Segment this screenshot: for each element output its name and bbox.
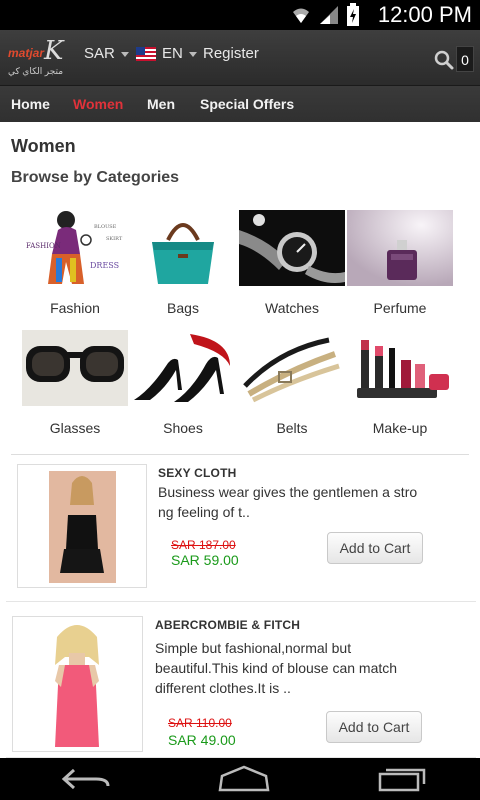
new-price: SAR 59.00 [171,552,239,568]
divider [11,454,469,455]
logo-word: matjar [8,46,45,60]
search-icon[interactable] [434,50,454,70]
recent-apps-icon[interactable] [376,764,428,794]
category-label: Fashion [50,300,100,316]
category-label: Perfume [373,300,427,316]
cart-count-badge[interactable]: 0 [456,46,474,72]
product-description-line: different clothes.It is .. [155,680,291,696]
product-description-line: Business wear gives the gentlemen a stro [158,484,418,500]
store-logo[interactable]: matjar K متجر الكاي كي [8,36,72,78]
nav-special-offers[interactable]: Special Offers [200,94,294,114]
watch-image [239,210,345,286]
product-name[interactable]: ABERCROMBIE & FITCH [155,618,300,632]
category-label: Shoes [163,420,203,436]
category-bags[interactable]: Bags [130,210,238,322]
nav-women[interactable]: Women [73,94,123,114]
us-flag-icon [136,47,156,61]
chevron-down-icon [120,51,129,57]
category-belts[interactable]: Belts [239,330,347,442]
heels-image [130,330,236,406]
old-price: SAR 110.00 [168,716,232,730]
status-icons [290,3,360,27]
category-perfume[interactable]: Perfume [347,210,455,322]
battery-charging-icon [347,3,359,26]
product-name[interactable]: SEXY CLOTH [158,466,236,480]
product-image[interactable] [17,464,147,588]
new-price: SAR 49.00 [168,732,236,748]
category-label: Make-up [372,420,428,436]
sunglasses-image [22,330,128,406]
product-description-line: Simple but fashional,normal but [155,640,352,656]
category-label: Belts [276,420,308,436]
fashion-image: FASHION DRESS BLOUSE SKIRT [22,210,128,286]
nav-home[interactable]: Home [11,94,50,114]
product-card[interactable]: SEXY CLOTH Business wear gives the gentl… [6,456,476,602]
add-to-cart-button[interactable]: Add to Cart [326,711,422,743]
status-time: 12:00 PM [377,2,472,27]
nav-men[interactable]: Men [147,94,175,114]
perfume-image [347,210,453,286]
add-to-cart-button[interactable]: Add to Cart [327,532,423,564]
fashion-thumb-text: FASHION [26,242,61,250]
system-nav-bar [0,758,480,800]
chevron-down-icon [188,51,197,57]
section-title: Browse by Categories [11,169,180,186]
language-selector[interactable]: EN [136,44,197,64]
logo-letter: K [44,36,64,66]
home-icon[interactable] [216,764,272,794]
fashion-thumb-text: SKIRT [106,236,123,242]
back-icon[interactable] [60,764,112,794]
belt-image [239,330,345,406]
category-watches[interactable]: Watches [239,210,347,322]
category-fashion[interactable]: FASHION DRESS BLOUSE SKIRT Fashion [22,210,130,322]
logo-arabic: متجر الكاي كي [8,66,64,76]
currency-value: SAR [84,45,115,62]
register-link[interactable]: Register [203,44,259,64]
category-label: Glasses [49,420,101,436]
main-nav: Home Women Men Special Offers [0,86,480,122]
category-label: Bags [167,300,199,316]
category-shoes[interactable]: Shoes [130,330,238,442]
page-title: Women [11,136,76,156]
product-description-line: ng feeling of t.. [158,504,250,520]
signal-icon [320,6,338,24]
category-label: Watches [265,300,319,316]
currency-selector[interactable]: SAR [84,44,129,64]
makeup-image [347,330,453,406]
status-bar: 12:00 PM [0,0,480,30]
category-makeup[interactable]: Make-up [347,330,455,442]
product-description-line: beautiful.This kind of blouse can match [155,660,398,676]
bag-image [130,210,236,286]
old-price: SAR 187.00 [171,538,236,552]
fashion-thumb-text: BLOUSE [94,224,117,230]
category-glasses[interactable]: Glasses [22,330,130,442]
product-image[interactable] [12,616,143,752]
wifi-icon [293,8,309,23]
app-header: matjar K متجر الكاي كي SAR EN Register 0 [0,30,480,86]
product-card[interactable]: ABERCROMBIE & FITCH Simple but fashional… [6,604,476,758]
fashion-thumb-text: DRESS [90,261,119,270]
language-value: EN [162,45,183,62]
